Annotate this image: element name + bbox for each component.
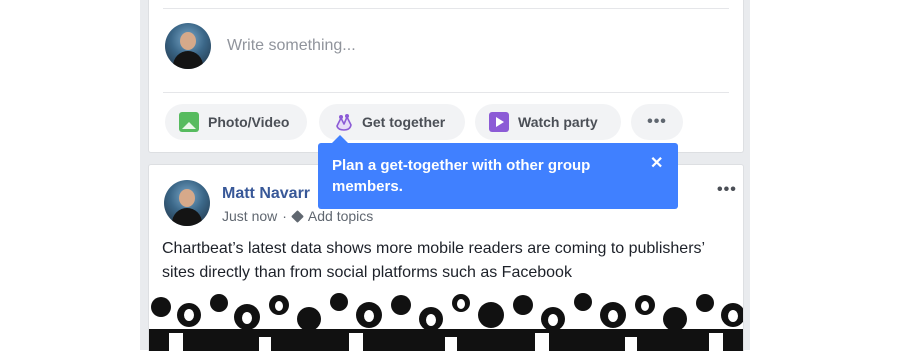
avatar-face bbox=[179, 189, 195, 207]
add-topics-link[interactable]: Add topics bbox=[308, 208, 373, 224]
get-together-label: Get together bbox=[362, 114, 446, 130]
write-something-input[interactable]: Write something... bbox=[227, 37, 356, 55]
avatar[interactable] bbox=[165, 23, 211, 69]
post-composer: Write something... Photo/Video Get toget… bbox=[148, 0, 744, 153]
avatar-body bbox=[173, 51, 203, 69]
more-dots-icon: ••• bbox=[647, 113, 667, 130]
post-image[interactable] bbox=[149, 293, 743, 351]
more-options-button[interactable]: ••• bbox=[631, 104, 683, 140]
tooltip-text: Plan a get-together with other group mem… bbox=[332, 157, 591, 195]
watch-party-icon bbox=[489, 112, 509, 132]
get-together-icon bbox=[333, 112, 353, 132]
avatar-body bbox=[172, 208, 202, 226]
post-author-avatar[interactable] bbox=[164, 180, 210, 226]
watch-party-button[interactable]: Watch party bbox=[475, 104, 621, 140]
get-together-tooltip: Plan a get-together with other group mem… bbox=[318, 135, 678, 209]
post-body-text: Chartbeat’s latest data shows more mobil… bbox=[162, 240, 705, 281]
composer-divider bbox=[163, 8, 729, 9]
crowd-illustration bbox=[149, 293, 743, 351]
composer-divider bbox=[163, 92, 729, 93]
post-options-button[interactable]: ••• bbox=[717, 181, 737, 199]
watch-party-label: Watch party bbox=[518, 114, 598, 130]
post-author-name[interactable]: Matt Navarr bbox=[222, 185, 310, 203]
tag-icon bbox=[291, 209, 304, 223]
photo-video-button[interactable]: Photo/Video bbox=[165, 104, 307, 140]
meta-separator: · bbox=[282, 208, 287, 224]
photo-icon bbox=[179, 112, 199, 132]
avatar-face bbox=[180, 32, 196, 50]
photo-video-label: Photo/Video bbox=[208, 114, 290, 130]
post-timestamp[interactable]: Just now bbox=[222, 208, 277, 224]
post-meta: Just now · Add topics bbox=[222, 208, 373, 224]
close-icon[interactable]: ✕ bbox=[650, 153, 663, 174]
